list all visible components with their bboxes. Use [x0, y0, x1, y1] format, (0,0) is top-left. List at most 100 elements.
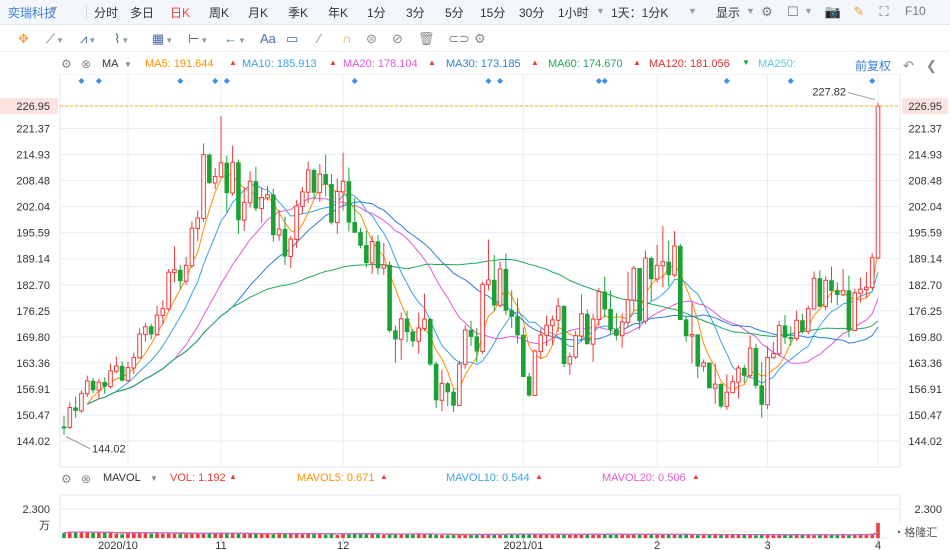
settings-gear-icon[interactable]: ⚙: [758, 3, 776, 21]
period-3min[interactable]: 3分: [406, 4, 425, 21]
arrow-tool-icon[interactable]: ←▼: [224, 30, 246, 47]
stock-name[interactable]: 奕瑞科技: [8, 4, 56, 21]
period-30min[interactable]: 30分: [519, 4, 544, 21]
volume-bar: [161, 533, 165, 538]
comment-tool-icon[interactable]: ▭: [286, 30, 298, 47]
candle-up: [457, 363, 462, 407]
candle-down: [177, 269, 183, 282]
toolbar-settings-icon[interactable]: ⚙: [474, 30, 486, 47]
volume-bar: [242, 533, 247, 538]
candle-down: [427, 318, 433, 365]
ma-close-icon[interactable]: ⊗: [81, 57, 91, 71]
mavol-dropdown-icon[interactable]: ▼: [150, 474, 158, 483]
display-dropdown-icon[interactable]: ▼: [746, 6, 755, 16]
volume-bar: [335, 535, 340, 538]
candle-down: [846, 290, 852, 331]
stock-dropdown-icon[interactable]: ▼: [50, 4, 59, 14]
period-monthly-k[interactable]: 月K: [248, 4, 268, 21]
y-tick-label-right: 202.04: [908, 202, 942, 214]
candle-up: [654, 264, 660, 280]
interval-dropdown-icon[interactable]: ▼: [688, 6, 697, 16]
candle-down: [788, 337, 794, 340]
volume-bar: [550, 534, 555, 538]
collapse-icon[interactable]: ❮: [926, 58, 937, 74]
link-icon[interactable]: ⊂⊃: [448, 30, 470, 47]
period-1hour[interactable]: 1小时: [558, 4, 589, 21]
y-tick-label-right: 182.70: [908, 280, 942, 292]
period-intraday[interactable]: 分时: [94, 4, 118, 21]
period-weekly-k[interactable]: 周K: [209, 4, 229, 21]
x-tick-label: 12: [337, 540, 349, 550]
vol-settings-icon[interactable]: ⚙: [61, 472, 72, 486]
lock-icon[interactable]: ⊜: [366, 30, 377, 47]
candle-down: [602, 291, 608, 310]
candle-down: [73, 407, 78, 411]
pencil-icon[interactable]: ✎: [850, 3, 868, 21]
up-arrow-icon: ▲: [229, 472, 237, 481]
ray-tool-icon[interactable]: ⩘▼: [80, 30, 96, 47]
high-annotation: 227.82: [812, 87, 846, 99]
period-1min[interactable]: 1分: [367, 4, 386, 21]
volume-bar: [445, 535, 450, 538]
candle-up: [573, 335, 578, 358]
candle-up: [736, 367, 741, 383]
candle-up: [114, 365, 119, 372]
candle-up: [143, 326, 148, 335]
line-tool-icon[interactable]: ⟋▼: [46, 30, 64, 47]
y-tick-label-right: 195.59: [908, 228, 942, 240]
checkbox-icon[interactable]: ☐: [784, 3, 802, 21]
vol-unit-label: 万: [39, 520, 50, 532]
candle-up: [701, 362, 706, 367]
candle-up: [305, 169, 311, 193]
period-yearly-k[interactable]: 年K: [328, 4, 348, 21]
ma-settings-icon[interactable]: ⚙: [61, 57, 72, 71]
volume-bar: [271, 534, 276, 538]
period-multiday[interactable]: 多日: [130, 4, 154, 21]
wave-tool-icon[interactable]: ⌇▼: [114, 30, 129, 47]
period-1day-1min-k[interactable]: 1天：1分K: [611, 4, 668, 21]
mavol20-value: MAVOL20: 0.506: [602, 472, 686, 484]
undo-icon[interactable]: ↶: [903, 58, 914, 74]
crosshair-icon[interactable]: ✥: [18, 30, 29, 47]
candle-down: [741, 367, 747, 376]
period-daily-k[interactable]: 日K: [170, 4, 190, 21]
period-quarterly-k[interactable]: 季K: [288, 4, 308, 21]
period-5min[interactable]: 5分: [445, 4, 464, 21]
volume-bar: [137, 532, 142, 538]
checkbox-dropdown-icon[interactable]: ▼: [804, 6, 813, 16]
text-tool[interactable]: Aa: [260, 30, 276, 47]
y-tick-label-left: 169.80: [16, 332, 50, 344]
y-tick-label-right: 208.48: [908, 176, 942, 188]
vol-tick-label-right: 2.300: [914, 504, 942, 516]
candle-up: [241, 201, 247, 221]
fullscreen-icon[interactable]: ⛶: [875, 3, 893, 21]
delete-icon[interactable]: 🗑: [418, 30, 435, 47]
hide-icon[interactable]: ⊘: [392, 30, 403, 47]
volume-panel-frame: [59, 494, 901, 539]
x-tick-label: 4: [875, 540, 881, 550]
adjust-mode-button[interactable]: 前复权: [855, 57, 891, 74]
eraser-icon[interactable]: ⁄: [318, 30, 320, 47]
candle-up: [218, 162, 224, 178]
display-menu[interactable]: 显示: [716, 4, 740, 21]
ma-dropdown-icon[interactable]: ▼: [124, 60, 132, 69]
ma20-value: MA20: 178.104: [343, 58, 418, 70]
measure-tool-icon[interactable]: ⊢▼: [188, 30, 208, 47]
f10-button[interactable]: F10: [905, 4, 926, 18]
volume-bar: [108, 532, 113, 538]
volume-bar: [312, 534, 316, 538]
camera-icon[interactable]: 📷: [824, 3, 842, 21]
volume-bar: [172, 533, 177, 538]
candle-up: [869, 257, 875, 289]
candle-up: [166, 271, 171, 310]
x-tick-label: 2021/01: [503, 540, 543, 550]
hour-dropdown-icon[interactable]: ▼: [596, 6, 605, 16]
volume-bar: [754, 535, 758, 538]
up-arrow-icon: ▲: [531, 58, 539, 67]
period-15min[interactable]: 15分: [480, 4, 505, 21]
fibonacci-tool-icon[interactable]: ▦▼: [152, 30, 173, 47]
candle-up: [189, 227, 195, 267]
magnet-icon[interactable]: ∩: [342, 30, 351, 47]
vol-close-icon[interactable]: ⊗: [81, 472, 91, 486]
volume-bar: [568, 534, 572, 538]
